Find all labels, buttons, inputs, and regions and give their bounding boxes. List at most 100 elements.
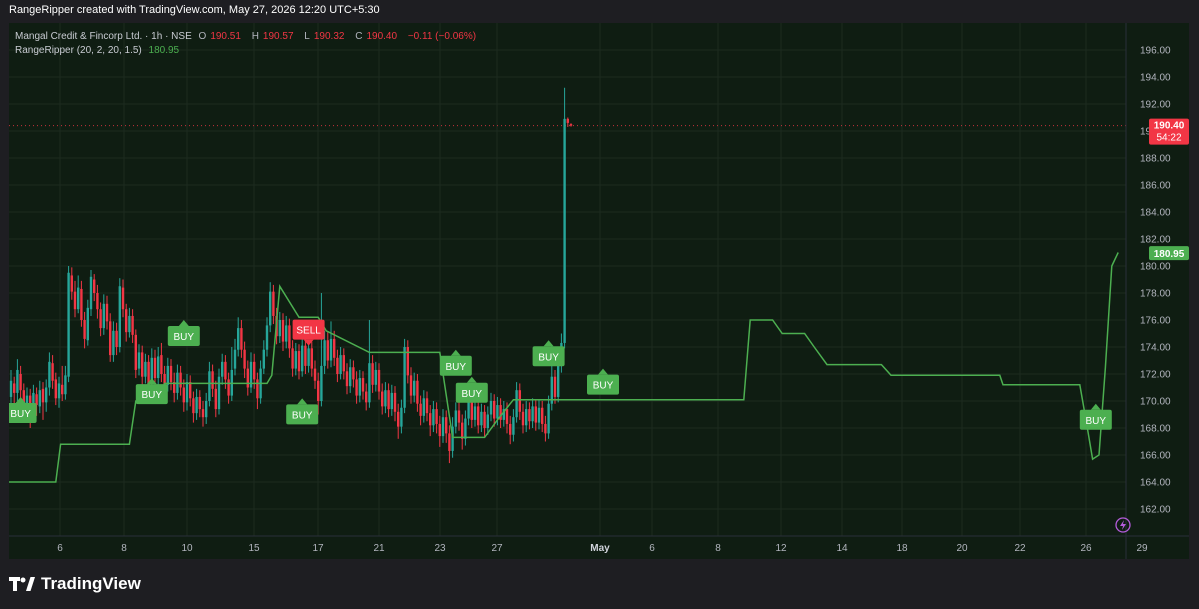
candlestick-chart[interactable]: BUY BUY BUY BUY SELL BUY BUY BUY BUY BUY 162.00 16… bbox=[9, 23, 1189, 559]
sell-signal: SELL bbox=[292, 319, 325, 346]
candle-body bbox=[54, 379, 57, 399]
candle-body bbox=[291, 348, 294, 369]
candle-body bbox=[361, 378, 365, 392]
candle-body bbox=[486, 414, 489, 428]
candle-body bbox=[195, 396, 198, 414]
candle-body bbox=[531, 406, 534, 422]
y-tick-label: 176.00 bbox=[1140, 316, 1171, 327]
candle-body bbox=[13, 383, 16, 393]
candle-body bbox=[339, 355, 342, 374]
candle-body bbox=[269, 291, 272, 326]
candle-body bbox=[38, 390, 41, 407]
candle-body bbox=[80, 288, 83, 320]
high-value: 190.57 bbox=[262, 31, 294, 42]
x-tick-label: 29 bbox=[1136, 543, 1148, 554]
candle-body bbox=[336, 357, 339, 374]
candle-body bbox=[262, 349, 265, 369]
candle-body bbox=[61, 384, 64, 395]
candle-body bbox=[131, 315, 134, 335]
candle-body bbox=[438, 423, 441, 437]
chart-legend: Mangal Credit & Fincorp Ltd. · 1h · NSE … bbox=[15, 30, 480, 58]
candle-body bbox=[70, 275, 73, 292]
candle-body bbox=[518, 390, 521, 412]
x-tick-label: 23 bbox=[434, 543, 446, 554]
candle-body bbox=[205, 401, 208, 418]
x-tick-label: 22 bbox=[1014, 543, 1026, 554]
candle-body bbox=[496, 405, 499, 419]
candle-body bbox=[112, 330, 115, 356]
chart-panel[interactable]: BUY BUY BUY BUY SELL BUY BUY BUY BUY BUY 162.00 16… bbox=[9, 23, 1189, 559]
y-tick-label: 172.00 bbox=[1140, 370, 1171, 381]
candle-body bbox=[345, 371, 349, 387]
candle-body bbox=[214, 388, 217, 410]
candle-body bbox=[265, 325, 269, 350]
countdown-value: 54:22 bbox=[1156, 133, 1181, 144]
y-tick-label: 188.00 bbox=[1140, 154, 1171, 165]
candle-body bbox=[553, 376, 557, 397]
chart-header: RangeRipper created with TradingView.com… bbox=[9, 4, 380, 16]
y-tick-label: 164.00 bbox=[1140, 478, 1171, 489]
candle-body bbox=[390, 392, 393, 410]
candle-body bbox=[134, 334, 137, 370]
candle-body bbox=[217, 376, 221, 410]
candle-body bbox=[246, 368, 249, 388]
y-tick-label: 184.00 bbox=[1140, 208, 1171, 219]
y-tick-label: 168.00 bbox=[1140, 424, 1171, 435]
candle-body bbox=[115, 330, 118, 347]
indicator-value: 180.95 bbox=[148, 45, 180, 56]
candle-body bbox=[253, 361, 256, 380]
candle-body bbox=[470, 402, 473, 420]
low-label: L bbox=[304, 31, 310, 42]
candle-body bbox=[317, 380, 320, 401]
signal-arrow bbox=[543, 340, 554, 347]
candle-body bbox=[208, 371, 211, 401]
candle-body bbox=[9, 380, 13, 397]
candle-body bbox=[557, 365, 560, 397]
candle-body bbox=[480, 411, 483, 426]
x-tick-label: 10 bbox=[181, 543, 193, 554]
signal-label: BUY bbox=[292, 410, 313, 421]
buy-signal: BUY bbox=[135, 378, 168, 405]
x-tick-label: 27 bbox=[491, 543, 503, 554]
y-tick-label: 174.00 bbox=[1140, 343, 1171, 354]
candle-body bbox=[400, 407, 403, 427]
candle-body bbox=[41, 388, 45, 403]
candle-body bbox=[541, 407, 544, 424]
lightning-icon-bolt bbox=[1120, 520, 1126, 530]
tradingview-logo[interactable]: TradingView bbox=[9, 574, 141, 594]
candle-body bbox=[512, 417, 515, 435]
candle-body bbox=[109, 321, 112, 356]
candle-body bbox=[189, 382, 192, 399]
close-label: C bbox=[355, 31, 363, 42]
x-tick-label: 8 bbox=[121, 543, 127, 554]
signal-label: BUY bbox=[462, 389, 483, 400]
candle-body bbox=[397, 411, 400, 427]
close-value: 190.40 bbox=[366, 31, 398, 42]
candle-body bbox=[128, 315, 131, 333]
buy-signal: BUY bbox=[1079, 403, 1112, 430]
candle-body bbox=[384, 390, 387, 407]
candle-body bbox=[454, 410, 457, 427]
candle-body bbox=[301, 345, 304, 372]
candle-body bbox=[237, 328, 240, 350]
candle-body bbox=[329, 338, 333, 361]
candle-body bbox=[416, 380, 419, 404]
candle-body bbox=[137, 352, 141, 369]
candle-body bbox=[406, 347, 409, 376]
indicator-label: RangeRipper (20, 2, 20, 1.5) bbox=[15, 45, 142, 56]
y-tick-label: 166.00 bbox=[1140, 451, 1171, 462]
candle-body bbox=[374, 369, 377, 385]
candle-body bbox=[307, 348, 310, 366]
y-tick-label: 182.00 bbox=[1140, 235, 1171, 246]
candle-body bbox=[121, 287, 125, 310]
candle-body bbox=[48, 361, 51, 388]
candle-body bbox=[403, 347, 406, 408]
candle-body bbox=[342, 355, 345, 372]
candle-body bbox=[563, 118, 566, 343]
x-tick-label: May bbox=[590, 543, 610, 554]
candle-body bbox=[45, 387, 48, 403]
candle-body bbox=[441, 417, 445, 437]
candle-body bbox=[534, 406, 537, 423]
signal-label: BUY bbox=[142, 390, 163, 401]
x-tick-label: 6 bbox=[57, 543, 63, 554]
